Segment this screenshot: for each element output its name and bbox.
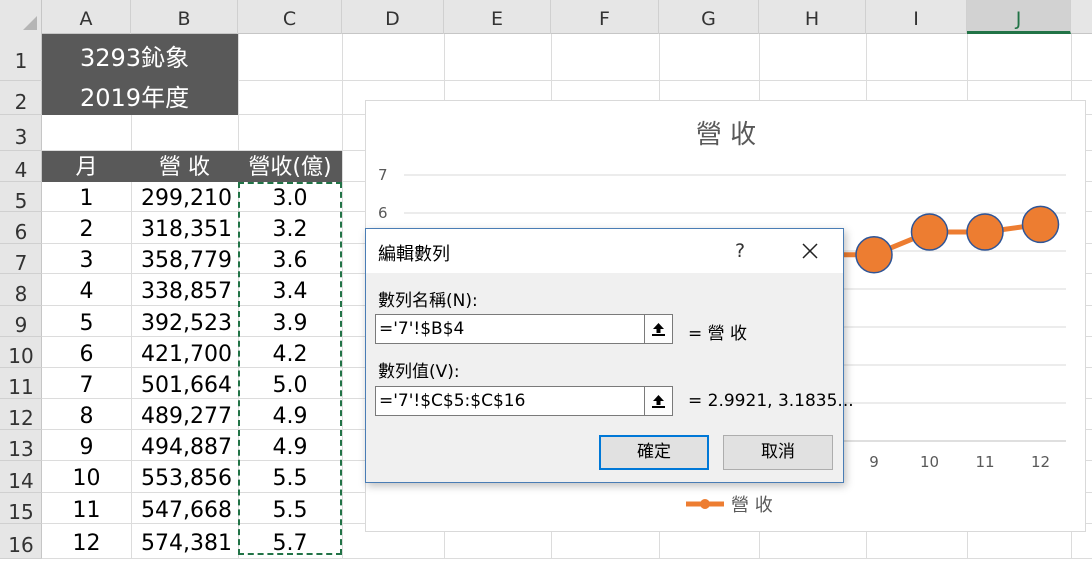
cell-month[interactable]: 11: [42, 493, 131, 524]
row-header-4[interactable]: 4: [0, 151, 42, 182]
column-header-g[interactable]: G: [659, 0, 759, 34]
row-header-5[interactable]: 5: [0, 182, 42, 213]
cell-month[interactable]: 1: [42, 182, 131, 212]
column-header-h[interactable]: H: [759, 0, 866, 34]
dialog-title: 編輯數列: [378, 244, 450, 265]
column-header-c[interactable]: C: [238, 0, 342, 34]
cell-month[interactable]: 5: [42, 306, 131, 337]
header-month: 月: [75, 155, 98, 180]
select-all-corner[interactable]: [0, 0, 42, 34]
legend-marker: [700, 499, 710, 509]
series-name-result: = 營 收: [688, 324, 748, 344]
y-tick-label: 7: [378, 166, 388, 184]
x-tick-label: 10: [920, 453, 939, 471]
cell-month[interactable]: 10: [42, 461, 131, 493]
row-header-7[interactable]: 7: [0, 244, 42, 275]
dialog-title-bar[interactable]: 編輯數列 ?: [366, 229, 843, 273]
title-block[interactable]: 3293鈊象 2019年度: [42, 34, 238, 115]
row-header-2[interactable]: 2: [0, 81, 42, 115]
collapse-arrow-icon: [652, 395, 665, 408]
close-button[interactable]: [794, 235, 826, 267]
grid-col-line: [342, 34, 343, 559]
row-header-16[interactable]: 16: [0, 524, 42, 559]
cell-month[interactable]: 3: [42, 244, 131, 274]
cell-month[interactable]: 9: [42, 430, 131, 461]
cell-revenue[interactable]: 318,351: [131, 212, 238, 244]
chart-legend[interactable]: 營 收: [686, 495, 773, 516]
series-values-label: 數列值(V):: [378, 362, 460, 382]
column-header-j[interactable]: J: [967, 0, 1071, 34]
cell-revenue[interactable]: 494,887: [131, 430, 238, 461]
row-header-3[interactable]: 3: [0, 115, 42, 151]
y-tick-label: 6: [378, 204, 388, 222]
copy-marquee-selection: [238, 182, 342, 555]
cancel-button[interactable]: 取消: [723, 435, 833, 470]
row-header-13[interactable]: 13: [0, 430, 42, 461]
column-header-a[interactable]: A: [42, 0, 131, 34]
column-header-d[interactable]: D: [342, 0, 444, 34]
series-name-input[interactable]: ='7'!$B$4: [375, 314, 645, 344]
close-icon: [802, 243, 818, 259]
series-marker: [910, 213, 949, 251]
select-all-triangle-icon: [23, 16, 37, 30]
cell-month[interactable]: 4: [42, 274, 131, 306]
table-header-row[interactable]: 月 營 收 營收(億): [42, 151, 342, 182]
row-header-15[interactable]: 15: [0, 493, 42, 524]
ok-button[interactable]: 確定: [599, 435, 709, 470]
row-header-6[interactable]: 6: [0, 212, 42, 244]
row-header-9[interactable]: 9: [0, 306, 42, 337]
help-button[interactable]: ?: [726, 237, 754, 265]
column-header-f[interactable]: F: [551, 0, 659, 34]
header-revenue-100m: 營收(億): [248, 155, 332, 180]
legend-label: 營 收: [731, 495, 773, 516]
cell-revenue[interactable]: 553,856: [131, 461, 238, 493]
chart-y-ticks: 67: [378, 166, 388, 222]
chart-x-ticks: 9 10 11 12: [869, 453, 1050, 471]
series-marker: [966, 213, 1004, 251]
row-header-12[interactable]: 12: [0, 399, 42, 430]
cell-month[interactable]: 2: [42, 212, 131, 244]
series-marker: [1021, 205, 1060, 244]
row-header-14[interactable]: 14: [0, 461, 42, 493]
cell-month[interactable]: 8: [42, 399, 131, 430]
cell-revenue[interactable]: 547,668: [131, 493, 238, 524]
series-values-input[interactable]: ='7'!$C$5:$C$16: [375, 386, 645, 416]
cell-revenue[interactable]: 501,664: [131, 368, 238, 399]
row-header-8[interactable]: 8: [0, 274, 42, 306]
column-header-b[interactable]: B: [131, 0, 238, 34]
header-revenue: 營 收: [159, 155, 210, 180]
cell-month[interactable]: 6: [42, 337, 131, 368]
edit-series-dialog[interactable]: 編輯數列 ? 數列名稱(N): ='7'!$B$4 = 營 收 數列值(V): …: [365, 228, 854, 483]
cell-month[interactable]: 7: [42, 368, 131, 399]
x-tick-label: 9: [869, 453, 879, 471]
cell-revenue[interactable]: 299,210: [131, 182, 238, 212]
x-tick-label: 12: [1031, 453, 1050, 471]
column-header-i[interactable]: I: [866, 0, 967, 34]
cell-revenue[interactable]: 338,857: [131, 274, 238, 306]
column-header-e[interactable]: E: [444, 0, 551, 34]
cell-revenue[interactable]: 574,381: [131, 524, 238, 559]
collapse-arrow-icon: [652, 323, 665, 336]
series-marker: [855, 236, 893, 274]
chart-title: 營 收: [696, 120, 756, 150]
cell-revenue[interactable]: 392,523: [131, 306, 238, 337]
x-tick-label: 11: [975, 453, 994, 471]
series-name-label: 數列名稱(N):: [378, 291, 478, 311]
row-header-1[interactable]: 1: [0, 34, 42, 81]
series-name-collapse-button[interactable]: [645, 314, 673, 344]
cell-revenue[interactable]: 421,700: [131, 337, 238, 368]
row-header-10[interactable]: 10: [0, 337, 42, 368]
title-line-2: 2019年度: [80, 84, 190, 112]
cell-month[interactable]: 12: [42, 524, 131, 559]
cell-revenue[interactable]: 489,277: [131, 399, 238, 430]
row-header-11[interactable]: 11: [0, 368, 42, 399]
series-values-collapse-button[interactable]: [645, 386, 673, 416]
series-values-result: = 2.9921, 3.1835...: [688, 391, 854, 411]
title-line-1: 3293鈊象: [80, 44, 190, 72]
cell-revenue[interactable]: 358,779: [131, 244, 238, 274]
